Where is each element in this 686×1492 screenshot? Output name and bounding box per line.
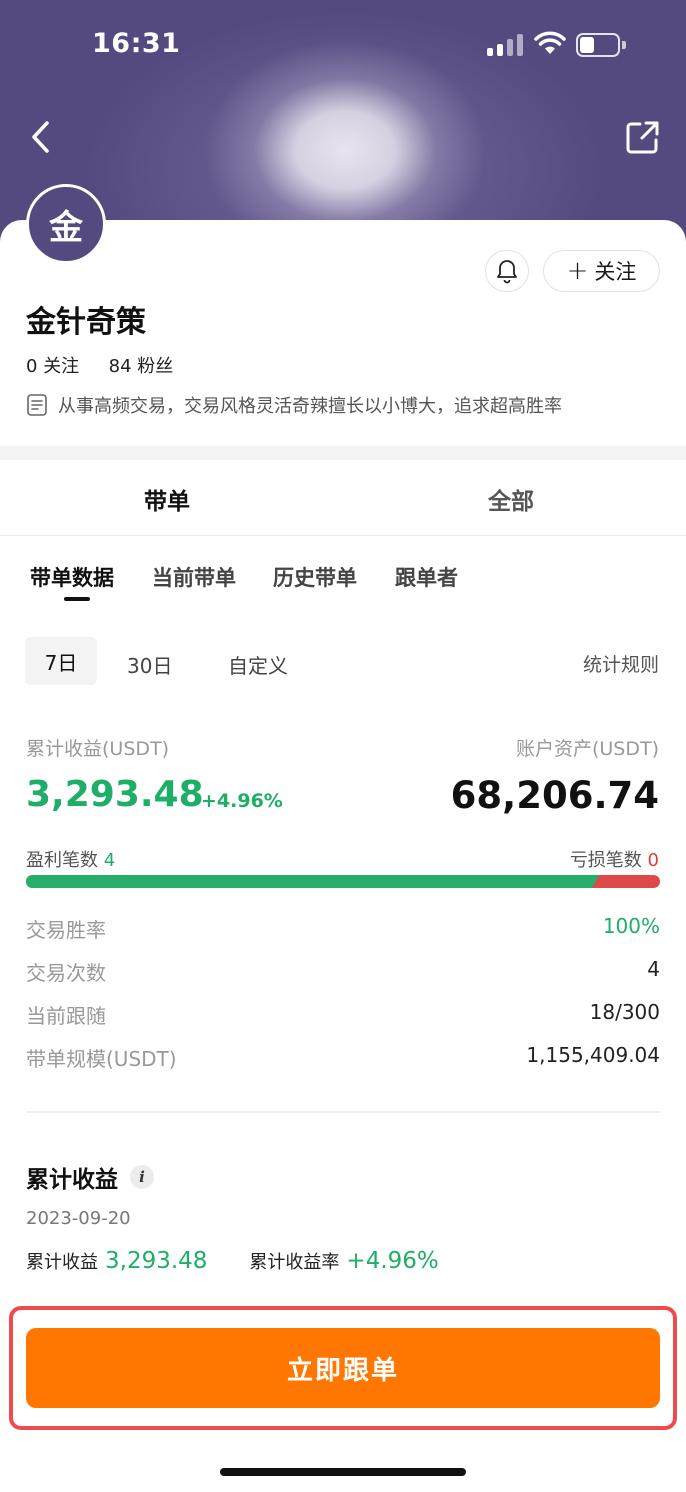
cumulative-earnings-label: 累计收益(USDT) [26, 738, 170, 760]
bio-text: 从事高频交易，交易风格灵活奇辣擅长以小博大，追求超高胜率 [58, 396, 562, 417]
follow-button-label: 关注 [594, 260, 637, 284]
earnings-rate-value: +4.96% [346, 1248, 439, 1274]
period-7d[interactable]: 7日 [25, 637, 97, 685]
subtab-history-orders[interactable]: 历史带单 [273, 562, 357, 592]
win-trades: 盈利笔数 4 [26, 846, 115, 872]
status-bar: 16:31 [0, 0, 686, 90]
cumulative-earnings-pct: +4.96% [201, 790, 283, 812]
stat-row-lead-scale: 带单规模(USDT) 1,155,409.04 [26, 1043, 660, 1073]
stat-value: 1,155,409.04 [526, 1043, 660, 1067]
stat-key: 交易次数 [26, 961, 106, 985]
win-trades-count: 4 [103, 850, 116, 871]
document-icon [27, 394, 47, 416]
subtab-current-orders[interactable]: 当前带单 [152, 562, 236, 592]
period-custom[interactable]: 自定义 [228, 650, 288, 679]
stat-value: 100% [602, 914, 660, 938]
stat-value: 4 [647, 957, 660, 981]
earnings-date: 2023-09-20 [26, 1208, 131, 1229]
stat-row-win-rate: 交易胜率 100% [26, 914, 660, 944]
win-ratio-fill [26, 875, 600, 888]
earnings-sum-value: 3,293.48 [105, 1248, 208, 1274]
info-icon[interactable]: i [130, 1165, 154, 1189]
trader-bio: 从事高频交易，交易风格灵活奇辣擅长以小博大，追求超高胜率 [26, 392, 562, 418]
loss-trades: 亏损笔数 0 [570, 846, 659, 872]
earnings-title-text: 累计收益 [26, 1167, 118, 1193]
active-subtab-indicator [64, 597, 90, 601]
stat-row-trade-count: 交易次数 4 [26, 957, 660, 987]
stat-key: 带单规模(USDT) [26, 1047, 177, 1071]
battery-icon [576, 33, 626, 57]
wifi-icon [534, 31, 566, 54]
avatar: 金 [26, 184, 106, 264]
loss-trades-label: 亏损笔数 [569, 850, 642, 871]
stat-key: 当前跟随 [26, 1004, 106, 1028]
stat-key: 交易胜率 [26, 918, 106, 942]
back-arrow-icon[interactable] [22, 115, 62, 159]
statistics-rules-link[interactable]: 统计规则 [583, 650, 659, 677]
period-30d[interactable]: 30日 [127, 650, 172, 679]
section-divider [0, 446, 686, 460]
earnings-summary: 累计收益 3,293.48 累计收益率 +4.96% [26, 1248, 439, 1274]
divider [26, 1111, 660, 1113]
cellular-signal-icon [487, 34, 523, 56]
tab-all[interactable]: 全部 [488, 482, 534, 516]
share-icon[interactable] [622, 116, 664, 158]
bell-icon [497, 260, 517, 284]
earnings-sum-label: 累计收益 [26, 1252, 98, 1273]
fans-label: 粉丝 [137, 356, 174, 377]
home-indicator [220, 1468, 466, 1476]
cumulative-earnings-value: 3,293.48 [26, 774, 204, 815]
stat-row-current-followers: 当前跟随 18/300 [26, 1000, 660, 1030]
trader-name: 金针奇策 [26, 305, 146, 340]
account-assets-label: 账户资产(USDT) [515, 738, 659, 760]
earnings-section-title: 累计收益 i [26, 1160, 154, 1194]
follow-button[interactable]: + 关注 [543, 250, 660, 292]
follow-stats: 0 关注 84 粉丝 [26, 352, 173, 378]
win-trades-label: 盈利笔数 [26, 850, 98, 871]
loss-trades-count: 0 [647, 850, 659, 871]
following-label: 关注 [43, 356, 80, 377]
stat-value: 18/300 [589, 1000, 660, 1024]
tab-lead-orders[interactable]: 带单 [144, 482, 190, 516]
main-tabs: 带单 全部 [0, 460, 686, 536]
following-count: 0 [26, 356, 38, 377]
status-time: 16:31 [92, 28, 181, 59]
subtab-followers[interactable]: 跟单者 [395, 562, 458, 592]
win-loss-ratio-bar [26, 875, 660, 888]
account-assets-value: 68,206.74 [450, 774, 659, 817]
fans-count: 84 [108, 356, 132, 377]
plus-icon: + [566, 256, 589, 286]
notification-bell-button[interactable] [485, 250, 529, 292]
copy-trade-button[interactable]: 立即跟单 [26, 1328, 660, 1408]
subtab-lead-data[interactable]: 带单数据 [30, 562, 114, 592]
earnings-rate-label: 累计收益率 [249, 1252, 340, 1273]
